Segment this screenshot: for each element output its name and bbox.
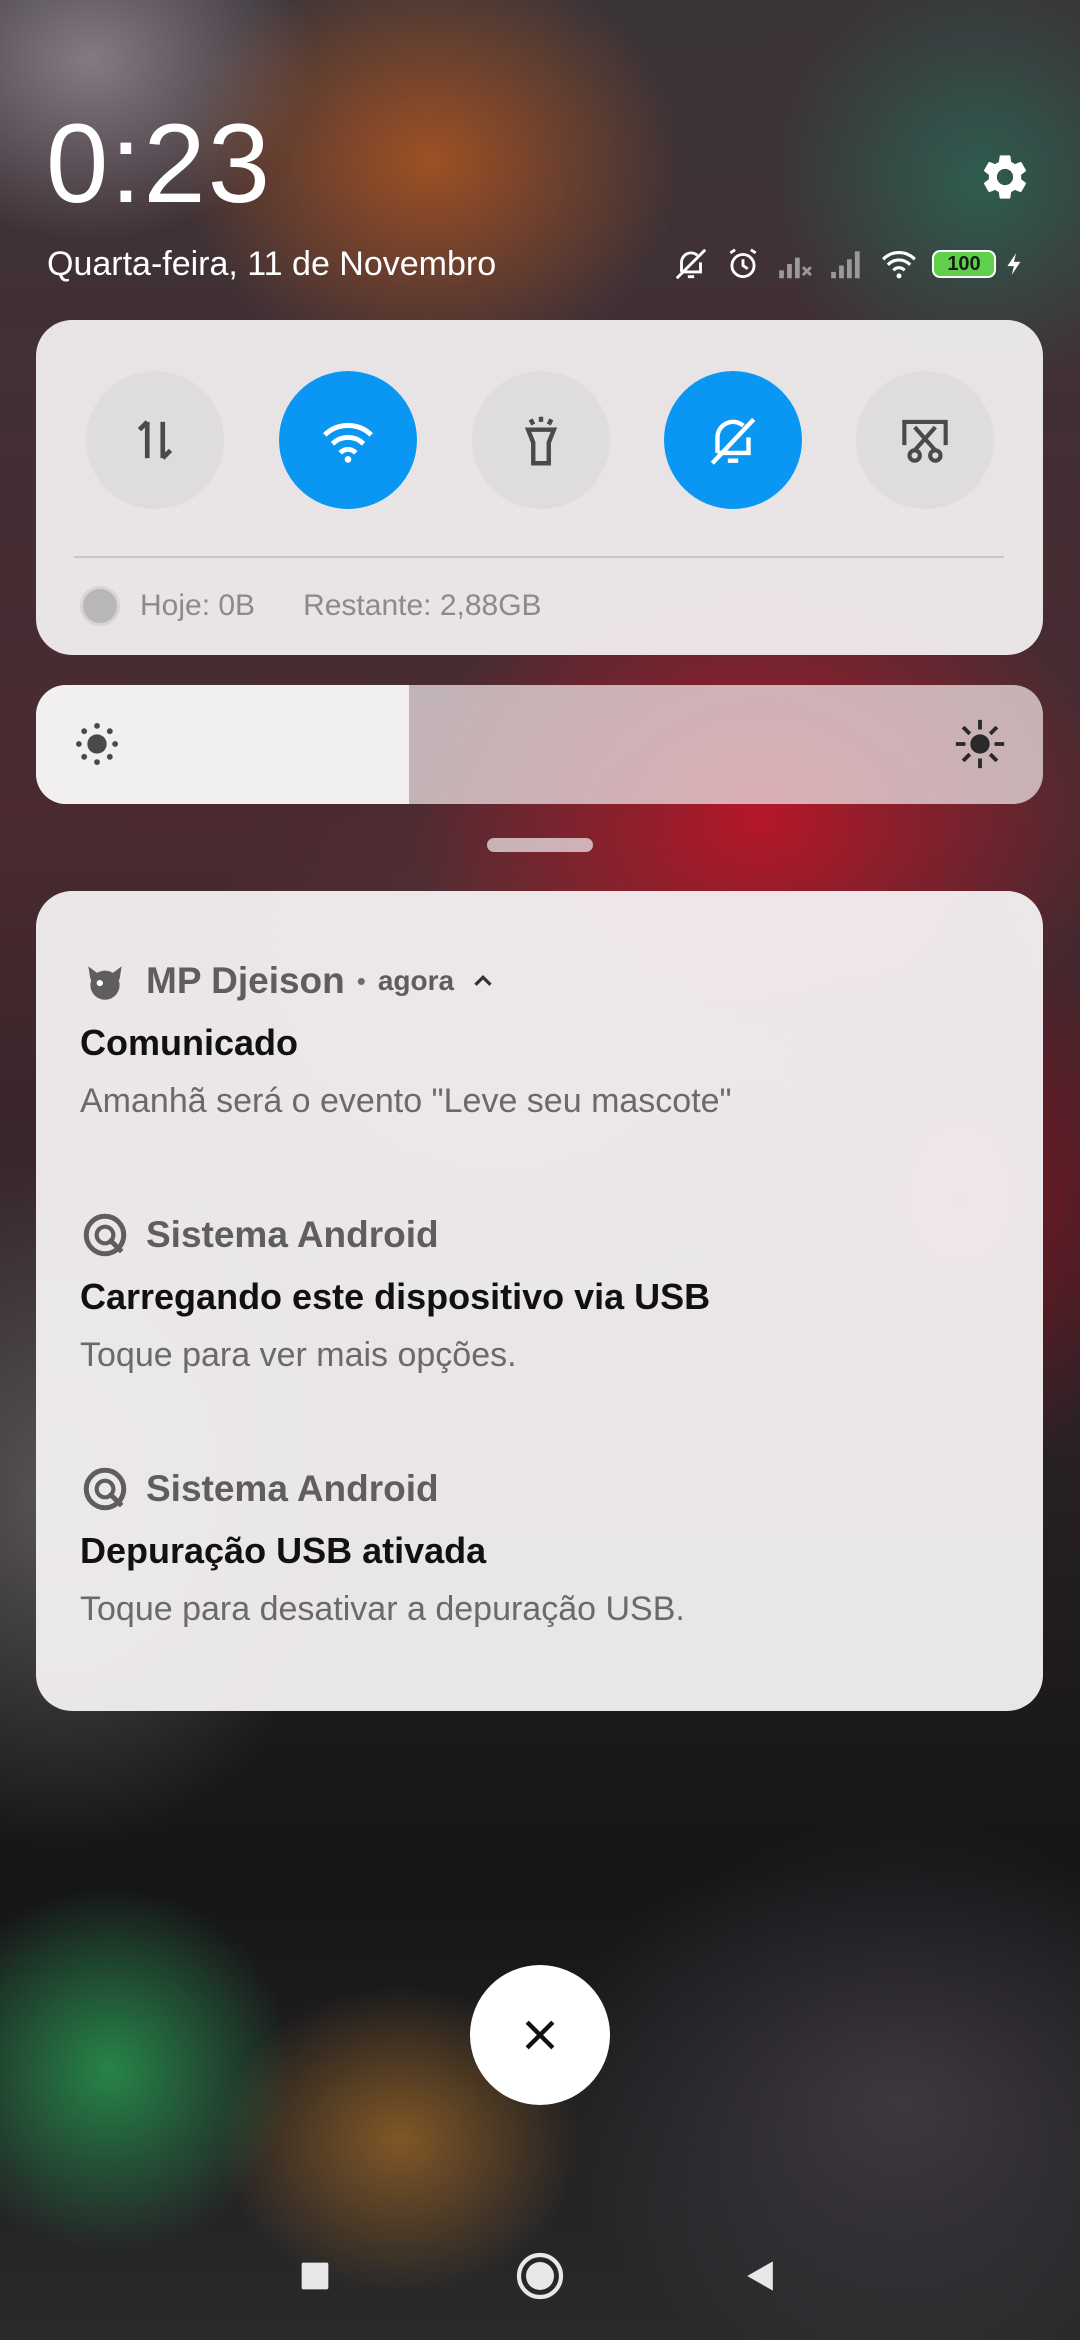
brightness-slider[interactable] bbox=[36, 685, 1043, 804]
notifications-off-icon bbox=[675, 248, 707, 280]
chevron-up-icon[interactable] bbox=[468, 966, 498, 996]
screenshot-icon bbox=[902, 419, 948, 463]
recents-button[interactable] bbox=[285, 2246, 345, 2306]
notification-text: Toque para ver mais opções. bbox=[80, 1336, 517, 1374]
charging-bolt-icon bbox=[1007, 253, 1021, 275]
flashlight-icon bbox=[524, 416, 558, 466]
wifi-icon bbox=[323, 423, 373, 463]
notification-item[interactable]: Sistema Android Depuração USB ativada To… bbox=[80, 1461, 1000, 1631]
close-icon bbox=[525, 2020, 555, 2050]
notification-title: Carregando este dispositivo via USB bbox=[80, 1276, 711, 1317]
notification-time: agora bbox=[377, 965, 455, 996]
notification-text: Toque para desativar a depuração USB. bbox=[80, 1590, 685, 1628]
wifi-toggle[interactable] bbox=[279, 371, 417, 509]
app-mascot-icon bbox=[88, 966, 122, 1000]
screenshot-toggle[interactable] bbox=[856, 371, 994, 509]
notification-title: Comunicado bbox=[80, 1022, 299, 1063]
data-usage-icon bbox=[80, 586, 120, 626]
back-button[interactable] bbox=[730, 2246, 790, 2306]
signal-no-sim-icon bbox=[779, 257, 812, 279]
data-today: Hoje: 0B bbox=[140, 589, 256, 622]
panel-drag-handle[interactable] bbox=[487, 838, 593, 852]
circle-icon bbox=[516, 2252, 564, 2300]
alarm-icon bbox=[729, 248, 757, 279]
notification-item[interactable]: Sistema Android Carregando este disposit… bbox=[80, 1207, 1000, 1377]
notification-app-name: Sistema Android bbox=[146, 1468, 439, 1509]
silent-bell-icon bbox=[710, 417, 756, 465]
notification-text: Amanhã será o evento "Leve seu mascote" bbox=[80, 1082, 732, 1120]
clock: 0:23 bbox=[46, 101, 272, 226]
android-system-icon bbox=[83, 1213, 127, 1257]
flashlight-toggle[interactable] bbox=[472, 371, 610, 509]
notification-app-name: MP Djeison bbox=[146, 960, 345, 1001]
notification-item[interactable]: MP Djeison • agora Comunicado Amanhã ser… bbox=[80, 953, 1000, 1123]
gear-icon bbox=[983, 155, 1027, 199]
home-button[interactable] bbox=[510, 2246, 570, 2306]
brightness-low-icon bbox=[75, 722, 119, 766]
mobile-data-toggle[interactable] bbox=[86, 371, 224, 509]
mobile-data-icon bbox=[137, 420, 173, 460]
notification-title: Depuração USB ativada bbox=[80, 1530, 487, 1571]
data-remaining: Restante: 2,88GB bbox=[303, 589, 542, 622]
signal-icon bbox=[831, 251, 860, 279]
triangle-back-icon bbox=[747, 2261, 773, 2291]
battery-indicator: 100 bbox=[932, 250, 996, 278]
separator-dot: • bbox=[356, 965, 366, 996]
silent-toggle[interactable] bbox=[664, 371, 802, 509]
wifi-status-icon bbox=[882, 251, 916, 279]
settings-button[interactable] bbox=[978, 150, 1032, 204]
date-label: Quarta-feira, 11 de Novembro bbox=[47, 245, 497, 283]
brightness-high-icon bbox=[955, 719, 1005, 769]
notification-app-name: Sistema Android bbox=[146, 1214, 439, 1255]
status-bar-icons: 100 bbox=[672, 242, 1028, 286]
quick-settings-panel: Hoje: 0B Restante: 2,88GB bbox=[36, 320, 1043, 655]
data-usage-row[interactable]: Hoje: 0B Restante: 2,88GB bbox=[80, 586, 542, 626]
divider bbox=[74, 556, 1004, 558]
clear-notifications-button[interactable] bbox=[470, 1965, 610, 2105]
android-system-icon bbox=[83, 1467, 127, 1511]
notifications-panel: MP Djeison • agora Comunicado Amanhã ser… bbox=[36, 891, 1043, 1711]
square-icon bbox=[301, 2262, 329, 2290]
